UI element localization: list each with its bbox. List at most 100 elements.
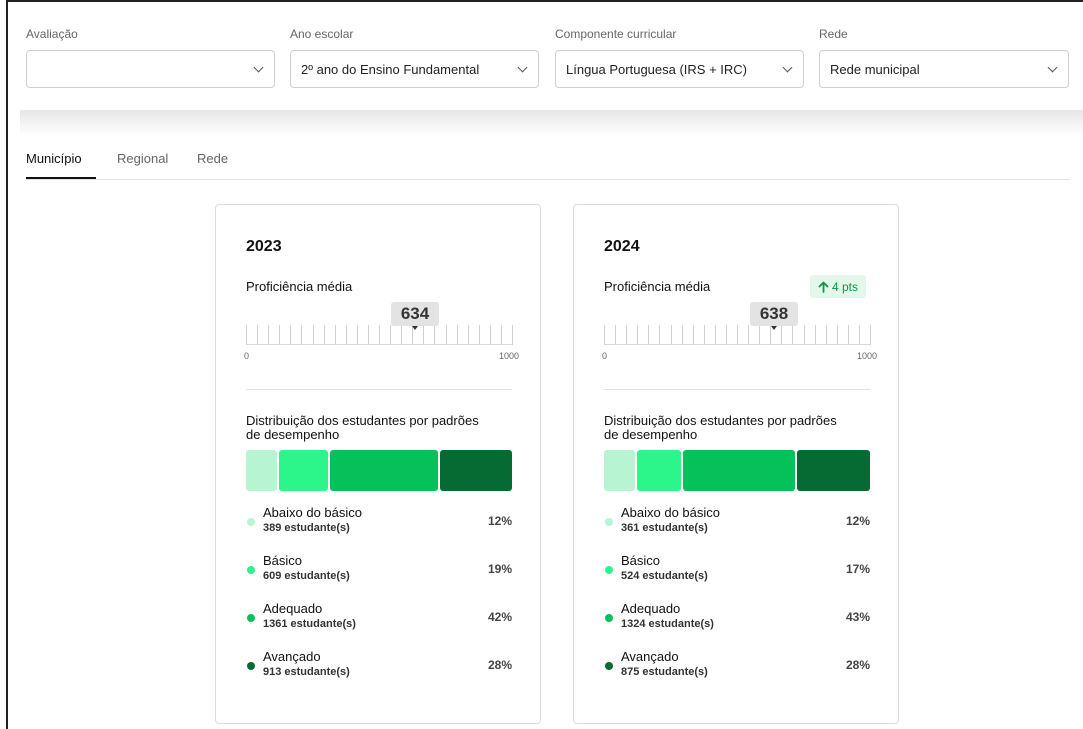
distribution-title: Distribuição dos estudantes por padrões …	[246, 413, 479, 442]
scale-tick	[704, 325, 705, 345]
level-name: Abaixo do básico	[263, 505, 363, 520]
filter-label: Ano escolar	[290, 27, 354, 41]
filter-componente-curricular: Componente curricular Língua Portuguesa …	[555, 26, 804, 88]
proficiency-scale	[246, 325, 513, 351]
scale-tick	[748, 325, 749, 345]
scale-tick	[637, 325, 638, 345]
level-dot	[247, 566, 255, 574]
scale-tick	[781, 325, 782, 345]
scale-tick	[346, 325, 347, 345]
legend-row: Adequado 1361 estudante(s) 42%	[246, 601, 512, 649]
proficiency-scale	[604, 325, 871, 351]
distribution-title: Distribuição dos estudantes por padrões …	[604, 413, 837, 442]
scale-tick	[368, 325, 369, 345]
level-percent: 12%	[845, 514, 870, 528]
distribution-bar	[246, 450, 512, 491]
scale-tick	[290, 325, 291, 345]
scale-tick	[512, 325, 513, 345]
scale-tick	[357, 325, 358, 345]
scale-tick	[759, 325, 760, 345]
window-border-top	[6, 0, 1083, 2]
select-value: Rede municipal	[830, 61, 920, 77]
scale-tick	[615, 325, 616, 345]
scale-tick	[737, 325, 738, 345]
legend-row: Abaixo do básico 361 estudante(s) 12%	[604, 505, 870, 553]
scale-tick	[313, 325, 314, 345]
tab-municipio[interactable]: Município	[26, 150, 96, 179]
select-value: 2º ano do Ensino Fundamental	[301, 61, 480, 77]
scale-tick	[246, 325, 247, 345]
level-name: Adequado	[621, 601, 681, 616]
scale-tick	[815, 325, 816, 345]
scale-tick	[423, 325, 424, 345]
select-value: Língua Portuguesa (IRS + IRC)	[566, 61, 748, 77]
scale-max-label: 1000	[857, 351, 878, 361]
level-name: Adequado	[263, 601, 323, 616]
level-percent: 17%	[845, 562, 870, 576]
filter-label: Componente curricular	[555, 27, 677, 41]
componente-curricular-select[interactable]: Língua Portuguesa (IRS + IRC)	[555, 50, 804, 88]
scale-min-label: 0	[244, 351, 250, 361]
level-dot	[247, 662, 255, 670]
scale-tick	[468, 325, 469, 345]
scale-tick	[804, 325, 805, 345]
scale-tick	[446, 325, 447, 345]
level-dot	[605, 518, 613, 526]
proficiency-label: Proficiência média	[246, 279, 353, 294]
filter-avaliacao: Avaliação	[26, 26, 275, 88]
segment-adequado	[683, 450, 796, 491]
scale-tick	[792, 325, 793, 345]
scale-tick	[301, 325, 302, 345]
level-dot	[247, 614, 255, 622]
scale-tick	[379, 325, 380, 345]
legend-row: Abaixo do básico 389 estudante(s) 12%	[246, 505, 512, 553]
rede-select[interactable]: Rede municipal	[819, 50, 1069, 88]
segment-basico	[278, 450, 328, 491]
filter-label: Avaliação	[26, 27, 78, 41]
scale-tick	[279, 325, 280, 345]
card-year: 2023	[246, 238, 282, 255]
filter-bar: Avaliação Ano escolar 2º ano do Ensino F…	[26, 26, 1071, 90]
segment-abaixo-do-basico	[604, 450, 636, 491]
scale-tick	[501, 325, 502, 345]
scale-tick	[870, 325, 871, 345]
scale-tick	[682, 325, 683, 345]
level-percent: 43%	[845, 610, 870, 624]
level-name: Básico	[263, 553, 303, 568]
proficiency-marker	[771, 326, 777, 330]
legend-row: Básico 609 estudante(s) 19%	[246, 553, 512, 601]
window-border-left	[6, 0, 8, 729]
level-count: 875 estudante(s)	[621, 666, 708, 678]
level-legend: Abaixo do básico 389 estudante(s) 12% Bá…	[246, 505, 512, 697]
card-year: 2024	[604, 238, 640, 255]
scale-tick	[401, 325, 402, 345]
segment-avancado	[439, 450, 512, 491]
level-count: 524 estudante(s)	[621, 570, 708, 582]
proficiency-marker	[412, 326, 418, 330]
tab-rede[interactable]: Rede	[197, 150, 228, 179]
scale-tick	[434, 325, 435, 345]
segment-avancado	[797, 450, 870, 491]
scale-tick	[671, 325, 672, 345]
legend-row: Avançado 875 estudante(s) 28%	[604, 649, 870, 697]
divider	[246, 389, 512, 390]
level-percent: 12%	[487, 514, 512, 528]
level-count: 1324 estudante(s)	[621, 618, 714, 630]
tab-regional[interactable]: Regional	[117, 150, 168, 179]
segment-adequado	[329, 450, 438, 491]
level-count: 389 estudante(s)	[263, 522, 350, 534]
level-percent: 28%	[487, 658, 512, 672]
chevron-down-icon	[782, 62, 793, 73]
chevron-down-icon	[253, 62, 264, 73]
ano-escolar-select[interactable]: 2º ano do Ensino Fundamental	[290, 50, 539, 88]
avaliacao-select[interactable]	[26, 50, 275, 88]
divider	[604, 389, 870, 390]
scale-tick	[626, 325, 627, 345]
legend-row: Básico 524 estudante(s) 17%	[604, 553, 870, 601]
filter-label: Rede	[819, 27, 848, 41]
level-dot	[247, 518, 255, 526]
scale-tick	[390, 325, 391, 345]
scale-tick	[604, 325, 605, 345]
delta-text: 4 pts	[832, 279, 859, 294]
scale-tick	[490, 325, 491, 345]
